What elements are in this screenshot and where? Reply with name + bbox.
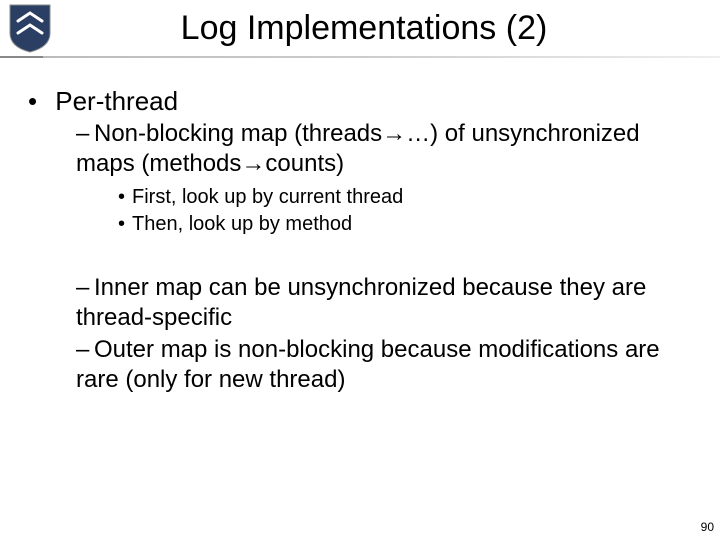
- dash-icon: –: [76, 335, 94, 365]
- bullet-icon: •: [28, 86, 48, 117]
- logo-shield-icon: [8, 3, 52, 53]
- slide: Log Implementations (2) • Per-thread –No…: [0, 0, 720, 540]
- dash-icon: –: [76, 273, 94, 303]
- slide-title: Log Implementations (2): [52, 9, 720, 48]
- bullet-text: Then, look up by method: [132, 213, 352, 235]
- bullet-level-3: •First, look up by current thread: [118, 185, 692, 210]
- bullet-text: First, look up by current thread: [132, 186, 403, 208]
- spacing: [76, 243, 692, 273]
- bullet-text: Non-blocking map (threads→…) of unsynchr…: [76, 120, 640, 177]
- bullet-icon: •: [118, 212, 132, 237]
- bullet-level-3: •Then, look up by method: [118, 212, 692, 237]
- bullet-text: Outer map is non-blocking because modifi…: [76, 336, 660, 393]
- bullet-text: Per-thread: [55, 86, 178, 116]
- bullet-level-2: –Outer map is non-blocking because modif…: [76, 335, 692, 395]
- bullet-text: Inner map can be unsynchronized because …: [76, 274, 646, 331]
- bullet-icon: •: [118, 185, 132, 210]
- bullet-level-1: • Per-thread: [28, 86, 692, 117]
- slide-body: • Per-thread –Non-blocking map (threads→…: [0, 58, 720, 395]
- bullet-level-2: –Non-blocking map (threads→…) of unsynch…: [76, 119, 692, 179]
- page-number: 90: [701, 520, 714, 534]
- bullet-level-3-group: •First, look up by current thread •Then,…: [76, 185, 692, 237]
- bullet-level-2-group: –Non-blocking map (threads→…) of unsynch…: [28, 119, 692, 395]
- bullet-level-2: –Inner map can be unsynchronized because…: [76, 273, 692, 333]
- dash-icon: –: [76, 119, 94, 149]
- header: Log Implementations (2): [0, 0, 720, 56]
